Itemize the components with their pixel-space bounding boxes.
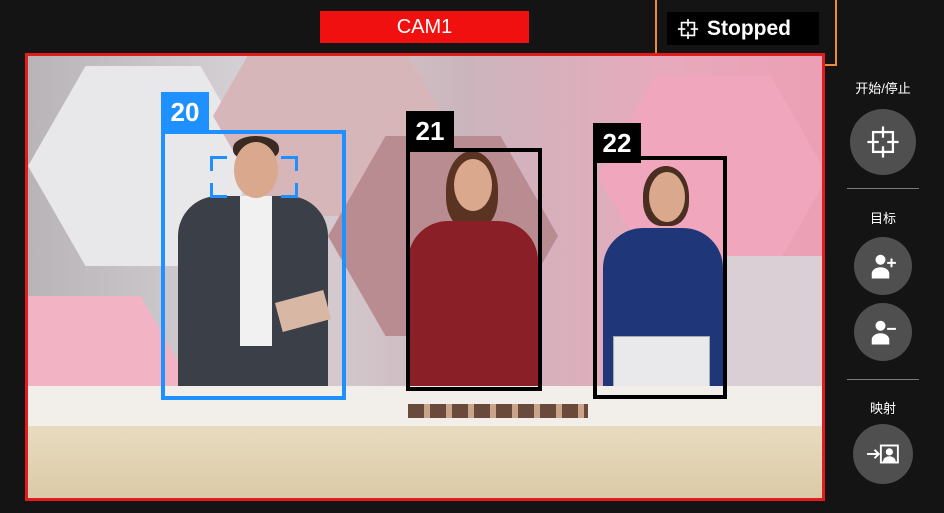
remove-target-button[interactable] <box>854 303 912 361</box>
status-text: Stopped <box>707 16 791 40</box>
add-person-icon <box>871 254 896 279</box>
start-stop-label: 开始/停止 <box>855 81 911 96</box>
map-to-screen-icon <box>867 444 899 464</box>
remove-person-icon <box>871 320 896 345</box>
crosshair-icon <box>867 126 899 158</box>
tracking-id-21: 21 <box>406 111 454 151</box>
start-stop-button[interactable] <box>850 109 916 175</box>
panel-divider <box>847 379 919 380</box>
crosshair-icon <box>677 18 699 39</box>
tracking-box-22[interactable] <box>593 156 727 399</box>
mapping-button[interactable] <box>853 424 913 484</box>
target-label: 目标 <box>869 211 896 226</box>
video-preview[interactable]: 20 21 22 <box>25 53 825 501</box>
desk-products <box>408 404 588 418</box>
mapping-label: 映射 <box>869 401 896 416</box>
camera-label: CAM1 <box>320 11 529 43</box>
tracking-id-20: 20 <box>161 92 209 132</box>
status-badge: Stopped <box>667 12 819 45</box>
tracking-id-22: 22 <box>593 123 641 163</box>
add-target-button[interactable] <box>854 237 912 295</box>
panel-divider <box>847 188 919 189</box>
face-focus-indicator <box>210 156 298 198</box>
desk-front <box>28 426 822 498</box>
tracking-box-21[interactable] <box>406 148 542 391</box>
